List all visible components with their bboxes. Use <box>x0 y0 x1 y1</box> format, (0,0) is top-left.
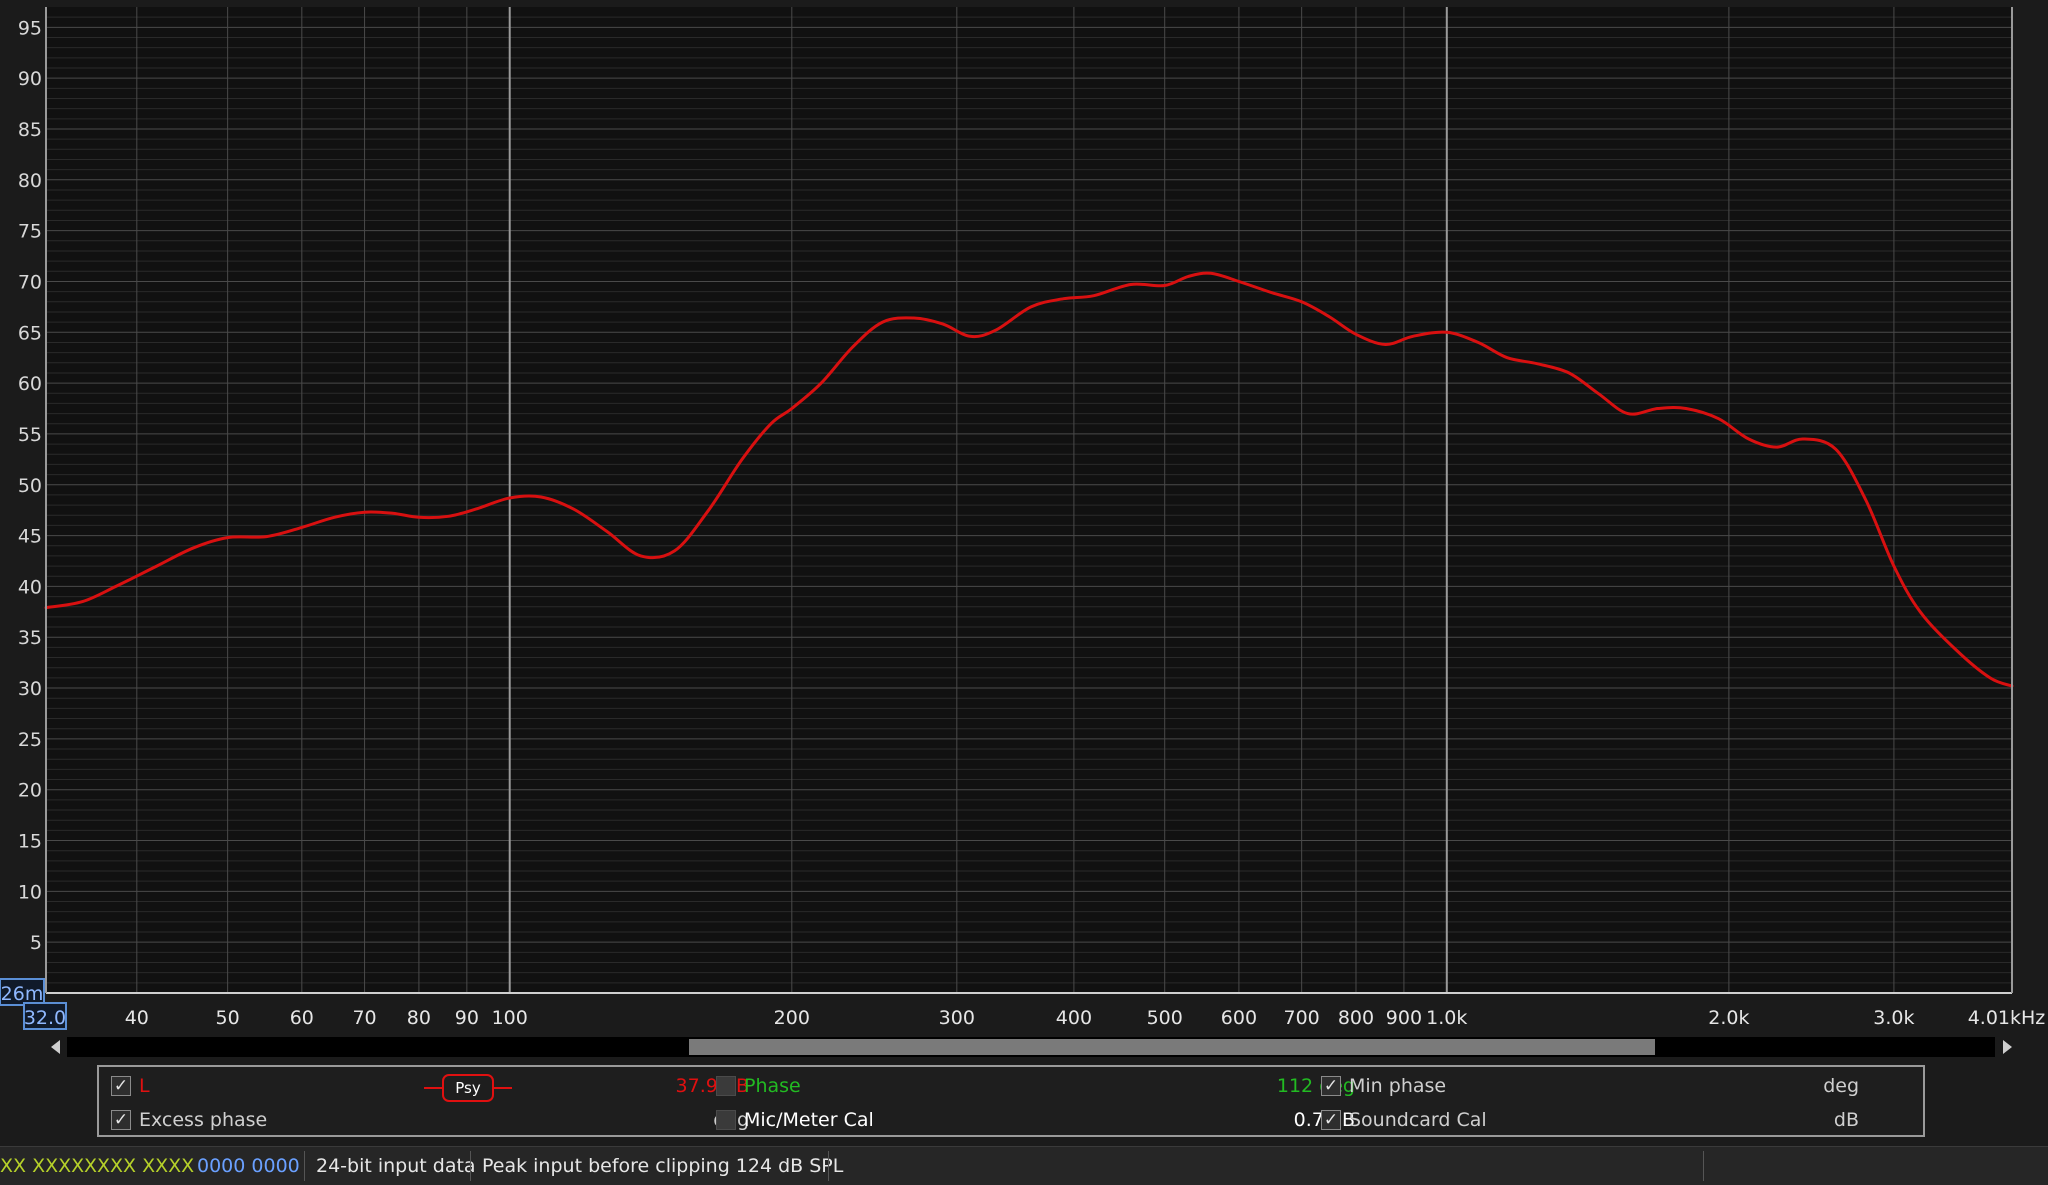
legend-label-excess-phase: Excess phase <box>139 1109 268 1131</box>
y-tick-label: 60 <box>18 373 42 395</box>
y-tick-label: 55 <box>18 424 42 446</box>
y-tick-label: 15 <box>18 831 42 853</box>
x-tick-label: 600 <box>1221 1007 1257 1029</box>
legend-checkbox-min-phase[interactable]: ✓ <box>1321 1076 1341 1096</box>
legend-checkbox-phase[interactable] <box>716 1076 736 1096</box>
x-tick-label: 70 <box>352 1007 376 1029</box>
legend-item-soundcard-cal[interactable]: ✓ Soundcard Cal <box>1321 1107 1487 1133</box>
y-tick-label: 95 <box>18 17 42 39</box>
y-corner-label: 26m <box>1 983 44 1005</box>
legend-checkbox-mic-meter-cal[interactable] <box>716 1110 736 1130</box>
x-tick-label: 90 <box>455 1007 479 1029</box>
legend-label-mic-meter-cal: Mic/Meter Cal <box>744 1109 874 1131</box>
psy-smoothing-badge[interactable]: Psy <box>424 1072 512 1104</box>
scroll-right-arrow-icon[interactable] <box>2003 1040 2012 1054</box>
x-tick-label: 200 <box>774 1007 810 1029</box>
status-separator <box>828 1151 829 1181</box>
legend-checkbox-soundcard-cal[interactable]: ✓ <box>1321 1110 1341 1130</box>
legend-checkbox-l[interactable]: ✓ <box>111 1076 131 1096</box>
x-tick-label: 700 <box>1284 1007 1320 1029</box>
status-separator <box>304 1151 305 1181</box>
legend-item-excess-phase[interactable]: ✓ Excess phase <box>111 1107 267 1133</box>
y-tick-label: 70 <box>18 271 42 293</box>
y-tick-label: 25 <box>18 729 42 751</box>
x-tick-label: 1.0k <box>1426 1007 1467 1029</box>
y-tick-label: 85 <box>18 119 42 141</box>
legend-label-phase: Phase <box>744 1075 801 1097</box>
legend-label-min-phase: Min phase <box>1349 1075 1447 1097</box>
y-tick-label: 90 <box>18 68 42 90</box>
x-tick-label: 60 <box>290 1007 314 1029</box>
psy-label: Psy <box>442 1074 494 1102</box>
y-tick-label: 40 <box>18 576 42 598</box>
x-tick-label: 4.01 <box>1968 1007 2010 1029</box>
y-tick-label: 50 <box>18 475 42 497</box>
status-peak-input: Peak input before clipping 124 dB SPL <box>482 1155 844 1177</box>
y-tick-label: 35 <box>18 627 42 649</box>
frequency-response-plot[interactable]: 5 10 15 20 25 30 35 40 45 50 55 60 65 70 75 80 85 90 95 40… <box>0 0 2048 1040</box>
x-unit-label: kHz <box>2010 1007 2045 1029</box>
x-start-label: 32.0 <box>24 1007 66 1029</box>
scroll-left-arrow-icon[interactable] <box>51 1040 60 1054</box>
status-separator <box>470 1151 471 1181</box>
x-tick-label: 800 <box>1338 1007 1374 1029</box>
status-input-data: 24-bit input data <box>316 1155 476 1177</box>
x-tick-label: 100 <box>492 1007 528 1029</box>
status-meter-b: XXXX XXXX <box>84 1155 195 1177</box>
y-tick-label: 5 <box>30 932 42 954</box>
x-axis: 40 50 60 70 80 90 100 200 300 400 500 600 700 800 900 1… <box>125 1007 2010 1029</box>
y-tick-label: 65 <box>18 322 42 344</box>
status-bar: XX XXXX XXXX XXXX 0000 0000 24-bit input… <box>0 1146 2048 1185</box>
y-corner-label-box[interactable]: 26m <box>0 978 45 1006</box>
legend-label-soundcard-cal: Soundcard Cal <box>1349 1109 1487 1131</box>
legend-value-soundcard-cal: dB <box>1833 1109 1859 1131</box>
x-tick-label: 900 <box>1386 1007 1422 1029</box>
scrollbar-thumb[interactable] <box>689 1039 1655 1055</box>
legend-value-min-phase: deg <box>1823 1075 1859 1097</box>
x-tick-label: 2.0k <box>1708 1007 1749 1029</box>
horizontal-scrollbar[interactable] <box>47 1037 2015 1057</box>
status-separator <box>1703 1151 1704 1181</box>
x-tick-label: 400 <box>1056 1007 1092 1029</box>
legend-item-l[interactable]: ✓ L <box>111 1073 150 1099</box>
legend-item-phase[interactable]: Phase <box>716 1073 801 1099</box>
x-start-label-box[interactable]: 32.0 <box>23 1002 67 1030</box>
legend-item-min-phase[interactable]: ✓ Min phase <box>1321 1073 1446 1099</box>
plot-area <box>46 7 2012 993</box>
legend-item-mic-meter-cal[interactable]: Mic/Meter Cal <box>716 1107 874 1133</box>
y-tick-label: 10 <box>18 881 42 903</box>
status-meter-a: XX XXXX <box>0 1155 85 1177</box>
legend-panel: ✓ L Psy 37.9 dB Phase 112 deg ✓ Min phas… <box>97 1065 1925 1137</box>
x-tick-label: 300 <box>939 1007 975 1029</box>
y-tick-label: 75 <box>18 221 42 243</box>
legend-label-l: L <box>139 1075 150 1097</box>
scrollbar-track[interactable] <box>67 1037 1995 1057</box>
y-tick-label: 30 <box>18 678 42 700</box>
x-tick-label: 80 <box>407 1007 431 1029</box>
x-tick-label: 50 <box>216 1007 240 1029</box>
y-tick-label: 45 <box>18 526 42 548</box>
status-meter-c: 0000 0000 <box>197 1155 300 1177</box>
x-tick-label: 3.0k <box>1873 1007 1914 1029</box>
y-tick-label: 20 <box>18 780 42 802</box>
y-tick-label: 80 <box>18 170 42 192</box>
x-tick-label: 40 <box>125 1007 149 1029</box>
x-tick-label: 500 <box>1147 1007 1183 1029</box>
legend-checkbox-excess-phase[interactable]: ✓ <box>111 1110 131 1130</box>
